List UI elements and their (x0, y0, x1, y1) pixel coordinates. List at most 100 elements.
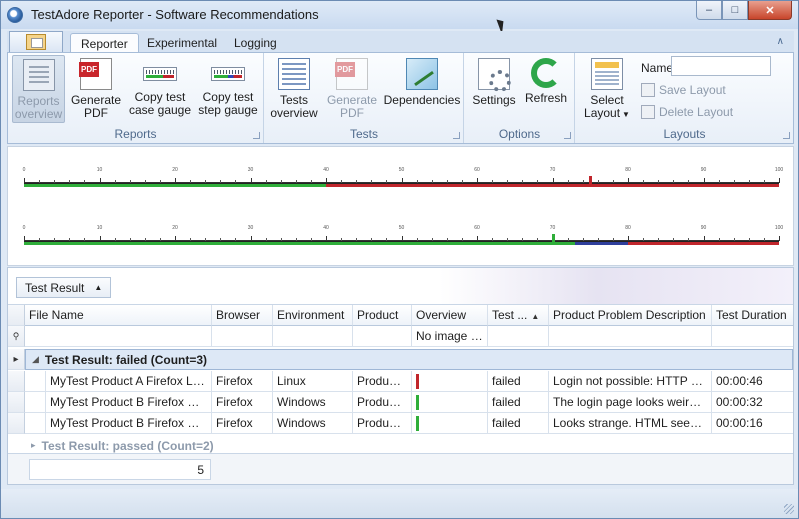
cell-description[interactable]: The login page looks weird. Se... (549, 392, 712, 413)
cell-test-result[interactable]: failed (488, 371, 549, 392)
group-label-options: Options (498, 127, 541, 141)
cell-browser[interactable]: Firefox (212, 371, 273, 392)
group-row-content[interactable]: ◢ Test Result: failed (Count=3) (25, 349, 793, 370)
filter-cell[interactable] (273, 326, 353, 347)
filter-cell[interactable] (712, 326, 793, 347)
title-bar[interactable]: TestAdore Reporter - Software Recommenda… (1, 1, 798, 29)
delete-icon (641, 105, 655, 119)
copy-test-step-gauge-button[interactable]: Copy test step gauge (195, 55, 261, 123)
copy-test-case-gauge-button[interactable]: Copy test case gauge (127, 55, 193, 123)
cell-overview[interactable] (412, 371, 488, 392)
column-header-label: Test ... (492, 308, 528, 322)
dialog-launcher-icon[interactable] (253, 132, 260, 139)
filter-cell[interactable] (488, 326, 549, 347)
application-menu-button[interactable] (9, 31, 63, 52)
app-logo-icon[interactable] (7, 7, 23, 23)
cell-environment[interactable]: Linux (273, 371, 353, 392)
tab-experimental[interactable]: Experimental (137, 33, 227, 53)
test-case-gauge[interactable]: 0 10 20 30 40 50 60 70 80 90 100 (22, 167, 783, 197)
gauge-tick-label: 0 (22, 225, 26, 231)
settings-button[interactable]: Settings (469, 55, 519, 123)
cell-overview[interactable] (412, 392, 488, 413)
cell-product[interactable]: Product B (353, 413, 412, 434)
cell-file-name[interactable]: MyTest Product B Firefox Win... (46, 413, 212, 434)
column-header-product[interactable]: Product (353, 305, 412, 326)
tab-reporter[interactable]: Reporter (70, 33, 139, 53)
generate-pdf-reports-button[interactable]: Generate PDF (68, 55, 124, 123)
group-by-chip[interactable]: Test Result ▲ (16, 277, 112, 298)
dialog-launcher-icon[interactable] (453, 132, 460, 139)
table-row[interactable]: MyTest Product B Firefox Win... Firefox … (8, 392, 793, 413)
cell-test-result[interactable]: failed (488, 392, 549, 413)
refresh-button[interactable]: Refresh (521, 55, 571, 123)
dialog-launcher-icon[interactable] (564, 132, 571, 139)
column-header-row: File Name Browser Environment Product Ov… (8, 305, 793, 326)
filter-cell-overview[interactable]: No image data (412, 326, 488, 347)
column-header-description[interactable]: Product Problem Description (549, 305, 712, 326)
button-label: Layout ▼ (584, 107, 630, 121)
filter-cell[interactable] (353, 326, 412, 347)
group-row-failed[interactable]: ▸ ◢ Test Result: failed (Count=3) (8, 349, 793, 370)
layout-name-input[interactable] (671, 56, 771, 76)
button-label: case gauge (128, 103, 192, 117)
save-layout-button[interactable]: Save Layout (641, 81, 726, 99)
results-grid: Test Result ▲ File Name Browser Environm… (7, 267, 794, 485)
maximize-button[interactable]: □ (722, 1, 748, 20)
cell-browser[interactable]: Firefox (212, 413, 273, 434)
cell-product[interactable]: Product A (353, 371, 412, 392)
dropdown-arrow-icon: ▼ (622, 110, 630, 119)
button-label: Dependencies (383, 93, 461, 107)
cell-environment[interactable]: Windows (273, 392, 353, 413)
filter-row: ⚲ No image data (8, 326, 793, 347)
column-header-test-result[interactable]: Test ... ▲ (488, 305, 549, 326)
collapse-ribbon-icon[interactable]: ∧ (777, 36, 784, 47)
dialog-launcher-icon[interactable] (783, 132, 790, 139)
column-header-environment[interactable]: Environment (273, 305, 353, 326)
gauge-tick (779, 236, 780, 241)
dependencies-button[interactable]: Dependencies (383, 55, 461, 123)
minimize-button[interactable]: – (696, 1, 722, 20)
gauge-tick-label: 60 (474, 167, 480, 173)
gauge-marker[interactable] (551, 234, 555, 243)
cell-test-result[interactable]: failed (488, 413, 549, 434)
cell-overview[interactable] (412, 413, 488, 434)
test-step-gauge[interactable]: 0 10 20 30 40 50 60 70 80 90 100 (22, 225, 783, 255)
delete-layout-button[interactable]: Delete Layout (641, 103, 733, 121)
generate-pdf-tests-button[interactable]: Generate PDF (324, 55, 380, 123)
gauge-tick-label: 0 (22, 167, 26, 173)
button-label: overview (14, 107, 63, 121)
cell-browser[interactable]: Firefox (212, 392, 273, 413)
reports-overview-button[interactable]: Reports overview (12, 55, 65, 123)
table-row[interactable]: MyTest Product A Firefox Linu... Firefox… (8, 371, 793, 392)
cell-duration[interactable]: 00:00:46 (712, 371, 793, 392)
resize-grip-icon[interactable] (784, 504, 794, 514)
group-label-tests: Tests (349, 127, 378, 141)
column-header-file-name[interactable]: File Name (25, 305, 212, 326)
column-header-overview[interactable]: Overview (412, 305, 488, 326)
gauge-tick-label: 50 (398, 167, 405, 173)
filter-cell[interactable] (549, 326, 712, 347)
column-header-browser[interactable]: Browser (212, 305, 273, 326)
column-header-duration[interactable]: Test Duration (712, 305, 793, 326)
cell-duration[interactable]: 00:00:32 (712, 392, 793, 413)
tests-doc-icon (278, 58, 310, 90)
gauge-marker[interactable] (589, 176, 593, 185)
table-row[interactable]: MyTest Product B Firefox Win... Firefox … (8, 413, 793, 434)
cell-file-name[interactable]: MyTest Product B Firefox Win... (46, 392, 212, 413)
select-layout-button[interactable]: Select Layout ▼ (580, 55, 634, 123)
tab-logging[interactable]: Logging (224, 33, 287, 53)
cell-environment[interactable]: Windows (273, 413, 353, 434)
button-label: Refresh (524, 91, 568, 105)
collapse-group-icon[interactable]: ◢ (32, 354, 39, 365)
cell-description[interactable]: Looks strange. HTML seems b... (549, 413, 712, 434)
filter-cell[interactable] (25, 326, 212, 347)
close-button[interactable]: ✕ (748, 1, 792, 20)
gauge-tick-label: 30 (247, 225, 254, 231)
cell-description[interactable]: Login not possible: HTTP 500 I... (549, 371, 712, 392)
cell-product[interactable]: Product B (353, 392, 412, 413)
gauge-tick-label: 80 (625, 225, 631, 231)
tests-overview-button[interactable]: Tests overview (268, 55, 320, 123)
cell-file-name[interactable]: MyTest Product A Firefox Linu... (46, 371, 212, 392)
filter-cell[interactable] (212, 326, 273, 347)
cell-duration[interactable]: 00:00:16 (712, 413, 793, 434)
